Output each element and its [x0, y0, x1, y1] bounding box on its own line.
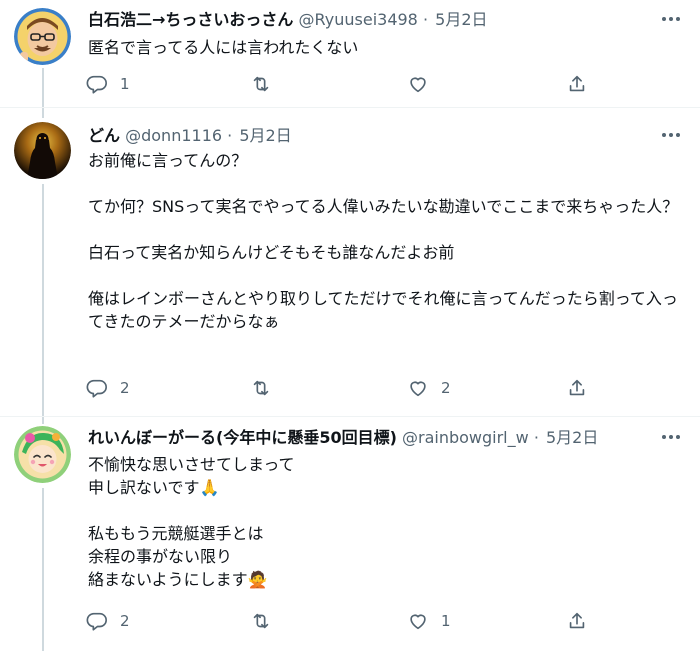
- tweet-date[interactable]: 5月2日: [435, 10, 487, 29]
- avatar[interactable]: [14, 426, 71, 483]
- tweet-actions: 2 2: [78, 370, 598, 406]
- separator-dot: ·: [422, 10, 429, 29]
- tweet-header: どん @donn1116 · 5月2日: [88, 125, 640, 147]
- reply-button[interactable]: 2: [86, 603, 130, 639]
- tweet-text-line: 白石って実名か知らんけどそもそも誰なんだよお前: [88, 243, 455, 262]
- tweet-text-line: 俺はレインボーさんとやり取りしてただけでそれ俺に言ってんだったら割って入ってきた…: [88, 289, 678, 331]
- share-icon: [569, 75, 585, 92]
- avatar[interactable]: [14, 122, 71, 179]
- share-icon: [569, 379, 585, 396]
- tweet-header: 白石浩二→ちっさいおっさん @Ryuusei3498 · 5月2日: [88, 9, 640, 31]
- like-button[interactable]: 2: [407, 370, 451, 406]
- tweet[interactable]: れいんぼーがーる(今年中に懸垂50回目標) @rainbowgirl_w · 5…: [0, 417, 700, 651]
- tweet-text-line: 不愉快な思いさせてしまって: [88, 455, 295, 474]
- reply-count: 1: [120, 75, 130, 93]
- heart-icon: [410, 77, 426, 93]
- share-button[interactable]: [566, 370, 588, 406]
- reply-thread: 白石浩二→ちっさいおっさん @Ryuusei3498 · 5月2日 匿名で言って…: [0, 0, 700, 651]
- tweet-actions: 1: [78, 66, 598, 102]
- cartoon-face-avatar-icon: [14, 8, 71, 65]
- heart-icon: [410, 614, 426, 630]
- like-button[interactable]: [407, 66, 441, 102]
- tweet[interactable]: どん @donn1116 · 5月2日 お前俺に言ってんの？ てか何？SNSって…: [0, 108, 700, 417]
- retweet-icon: [253, 76, 269, 92]
- avatar[interactable]: [14, 8, 71, 65]
- tweet-text: お前俺に言ってんの？ てか何？SNSって実名でやってる人偉いみたいな勘違いでここ…: [88, 149, 688, 333]
- reply-button[interactable]: 2: [86, 370, 130, 406]
- share-icon: [569, 612, 585, 629]
- tweet-text-line: 絡まないようにします🙅: [88, 570, 268, 589]
- tweet-header: れいんぼーがーる(今年中に懸垂50回目標) @rainbowgirl_w · 5…: [88, 427, 640, 449]
- tweet-text-line: [88, 218, 688, 241]
- heart-icon: [410, 381, 426, 397]
- retweet-button[interactable]: [250, 370, 284, 406]
- tweet-text-line: [88, 172, 688, 195]
- tweet-date[interactable]: 5月2日: [546, 428, 598, 447]
- tweet-actions: 2 1: [78, 603, 598, 639]
- reply-count: 2: [120, 612, 130, 630]
- like-button[interactable]: 1: [407, 603, 451, 639]
- tweet-text-line: お前俺に言ってんの？: [88, 151, 248, 170]
- tweet-text-line: てか何？SNSって実名でやってる人偉いみたいな勘違いでここまで来ちゃった人？: [88, 197, 679, 216]
- anime-girl-avatar-icon: [14, 426, 71, 483]
- tweet-text-line: [88, 499, 688, 522]
- reply-button[interactable]: 1: [86, 66, 130, 102]
- reply-icon: [86, 612, 107, 631]
- retweet-icon: [253, 613, 269, 629]
- share-button[interactable]: [566, 603, 588, 639]
- reply-icon: [86, 75, 107, 94]
- tweet-text: 不愉快な思いさせてしまって 申し訳ないです🙏 私ももう元競艇選手とは 余程の事が…: [88, 453, 688, 591]
- tweet-date[interactable]: 5月2日: [239, 126, 291, 145]
- user-handle[interactable]: @Ryuusei3498: [299, 10, 418, 29]
- user-handle[interactable]: @rainbowgirl_w: [402, 428, 529, 447]
- tweet-text-line: 匿名で言ってる人には言われたくない: [88, 38, 359, 57]
- dark-figure-avatar-icon: [14, 122, 71, 179]
- more-options-icon[interactable]: [660, 10, 682, 28]
- display-name[interactable]: どん: [88, 126, 120, 145]
- tweet-text-line: [88, 264, 688, 287]
- separator-dot: ·: [227, 126, 233, 145]
- tweet-text-line: 余程の事がない限り: [88, 547, 233, 566]
- display-name[interactable]: れいんぼーがーる(今年中に懸垂50回目標): [88, 428, 397, 447]
- reply-icon: [86, 379, 107, 398]
- reply-count: 2: [120, 379, 130, 397]
- share-button[interactable]: [566, 66, 588, 102]
- more-options-icon[interactable]: [660, 428, 682, 446]
- tweet-text-line: 申し訳ないです🙏: [88, 478, 220, 497]
- tweet[interactable]: 白石浩二→ちっさいおっさん @Ryuusei3498 · 5月2日 匿名で言って…: [0, 0, 700, 108]
- separator-dot: ·: [533, 428, 539, 447]
- retweet-icon: [253, 380, 269, 396]
- tweet-text: 匿名で言ってる人には言われたくない: [88, 36, 688, 59]
- tweet-text-line: 私ももう元競艇選手とは: [88, 524, 264, 543]
- more-options-icon[interactable]: [660, 126, 682, 144]
- like-count: 1: [441, 612, 451, 630]
- retweet-button[interactable]: [250, 603, 284, 639]
- retweet-button[interactable]: [250, 66, 284, 102]
- display-name[interactable]: 白石浩二→ちっさいおっさん: [88, 10, 293, 29]
- user-handle[interactable]: @donn1116: [125, 126, 222, 145]
- like-count: 2: [441, 379, 451, 397]
